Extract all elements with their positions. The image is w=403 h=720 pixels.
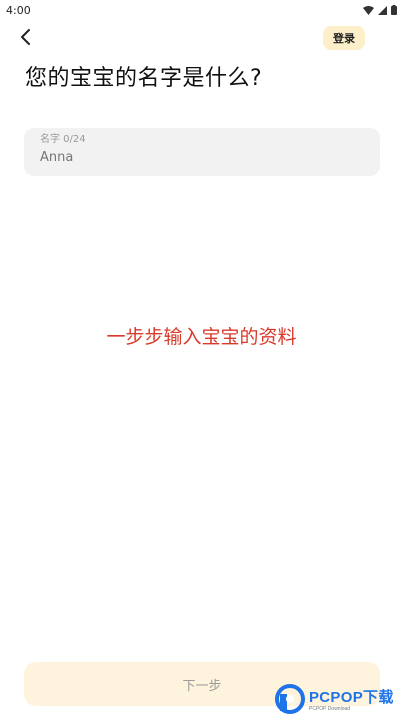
signal-icon: [378, 5, 387, 15]
name-input[interactable]: [40, 150, 364, 165]
page-title: 您的宝宝的名字是什么?: [25, 66, 263, 91]
name-field-label: 名字 0/24: [40, 134, 86, 145]
status-bar: 4:00: [0, 0, 403, 20]
screen: 4:00 登录 您的宝宝的名字是什么? 名字 0/24 一步步输入宝宝的资料 下…: [0, 0, 403, 720]
wifi-icon: [363, 5, 374, 15]
battery-icon: [391, 5, 397, 15]
status-icons: [363, 5, 397, 15]
status-time: 4:00: [6, 3, 31, 17]
watermark-brand: PCPOP下载: [309, 689, 394, 706]
back-button[interactable]: [14, 28, 36, 50]
watermark: PCPOP下载 PCPOP Download: [275, 684, 401, 718]
promo-text: 一步步输入宝宝的资料: [106, 326, 297, 348]
name-field[interactable]: 名字 0/24: [24, 128, 380, 176]
pcpop-logo-icon: [275, 684, 305, 718]
watermark-text: PCPOP下载 PCPOP Download: [309, 690, 394, 712]
chevron-left-icon: [19, 28, 31, 50]
login-button[interactable]: 登录: [323, 26, 365, 50]
watermark-sub: PCPOP Download: [309, 706, 351, 712]
